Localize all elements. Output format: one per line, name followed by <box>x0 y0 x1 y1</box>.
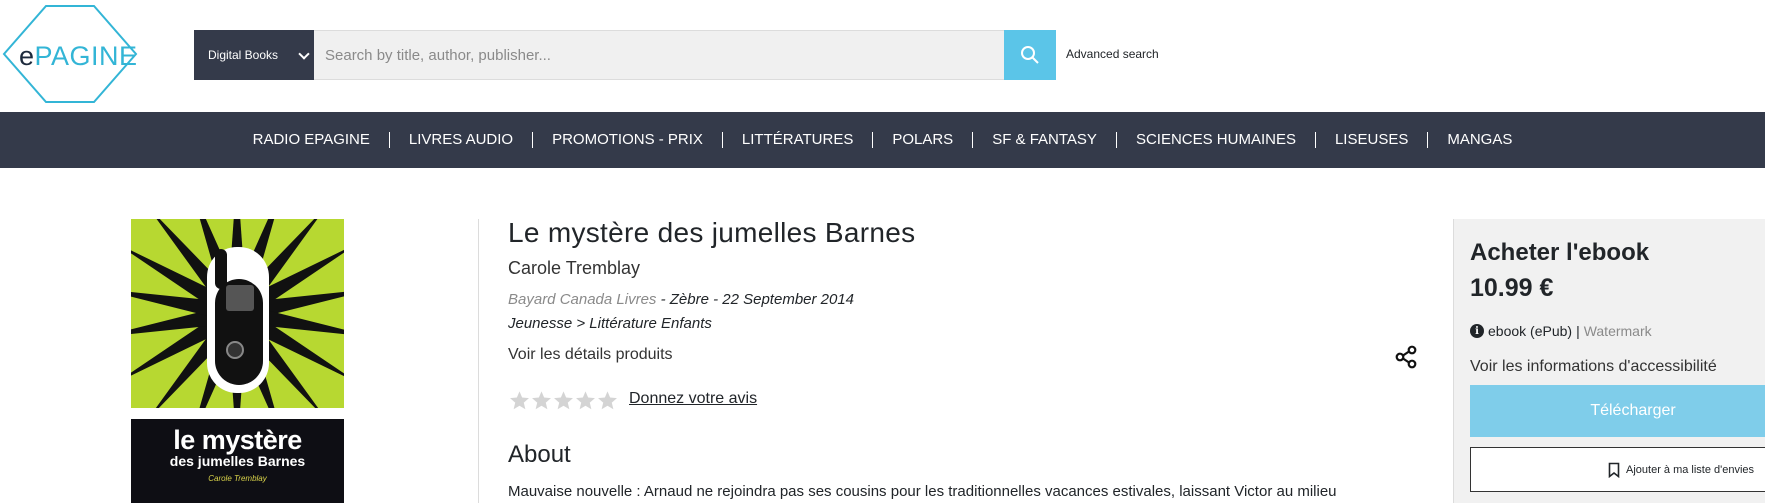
book-cover-image[interactable] <box>131 219 344 408</box>
main-nav: RADIO EPAGINE LIVRES AUDIO PROMOTIONS - … <box>0 112 1765 168</box>
give-review-link[interactable]: Donnez votre avis <box>629 390 757 408</box>
nav-item-sf-fantasy[interactable]: SF & FANTASY <box>973 132 1117 148</box>
category-select-value: Digital Books <box>208 48 279 62</box>
star-icon[interactable] <box>575 390 596 411</box>
about-text: Mauvaise nouvelle : Arnaud ne rejoindra … <box>508 483 1337 500</box>
wishlist-label: Ajouter à ma liste d'envies <box>1626 463 1755 476</box>
book-title: Le mystère des jumelles Barnes <box>508 217 916 248</box>
price: 10.99 € <box>1470 274 1554 302</box>
rating-stars[interactable] <box>509 390 618 411</box>
imprint-date: - Zèbre - 22 September 2014 <box>656 291 855 308</box>
protection-label: Watermark <box>1583 323 1652 339</box>
info-icon[interactable]: i <box>1470 324 1484 338</box>
search-bar: Digital Books Search by title, author, p… <box>194 30 1056 80</box>
format-info: i ebook (ePub) | Watermark <box>1470 323 1652 339</box>
share-icon[interactable] <box>1394 345 1418 369</box>
product-details-link[interactable]: Voir les détails produits <box>508 346 673 364</box>
format-separator: | <box>1576 323 1580 339</box>
about-heading: About <box>508 441 571 468</box>
book-cover-title-panel: le mystère des jumelles Barnes Carole Tr… <box>131 419 344 503</box>
column-divider <box>478 219 479 503</box>
category-select[interactable]: Digital Books <box>194 30 314 80</box>
star-icon[interactable] <box>531 390 552 411</box>
cover-author: Carole Tremblay <box>208 474 267 483</box>
star-icon[interactable] <box>509 390 530 411</box>
add-to-wishlist-button[interactable]: Ajouter à ma liste d'envies <box>1470 447 1765 492</box>
cover-spiral-art <box>131 219 344 408</box>
cover-subtitle: des jumelles Barnes <box>169 453 306 469</box>
format-label: ebook (ePub) <box>1488 323 1573 339</box>
buy-title: Acheter l'ebook <box>1470 239 1650 266</box>
site-header: ePAGINE Digital Books Search by title, a… <box>0 0 1765 112</box>
search-input[interactable]: Search by title, author, publisher... <box>314 30 1004 80</box>
cover-title: le mystère <box>173 425 302 455</box>
nav-item-liseuses[interactable]: LISEUSES <box>1316 132 1429 148</box>
star-icon[interactable] <box>597 390 618 411</box>
advanced-search-link[interactable]: Advanced search <box>1066 47 1159 61</box>
book-author-link[interactable]: Carole Tremblay <box>508 258 640 279</box>
nav-item-livres-audio[interactable]: LIVRES AUDIO <box>390 132 534 148</box>
nav-item-litteratures[interactable]: LITTÉRATURES <box>723 132 874 148</box>
accessibility-info-link[interactable]: Voir les informations d'accessibilité <box>1470 358 1717 376</box>
bookmark-icon <box>1608 462 1620 478</box>
nav-item-mangas[interactable]: MANGAS <box>1428 132 1531 148</box>
publisher-link[interactable]: Bayard Canada Livres <box>508 291 656 308</box>
nav-item-polars[interactable]: POLARS <box>873 132 974 148</box>
download-button[interactable]: Télécharger <box>1470 385 1765 437</box>
search-icon <box>1021 46 1039 64</box>
star-icon[interactable] <box>553 390 574 411</box>
search-placeholder: Search by title, author, publisher... <box>325 46 551 64</box>
publication-info: Bayard Canada Livres - Zèbre - 22 Septem… <box>508 291 854 308</box>
search-button[interactable] <box>1004 30 1056 80</box>
nav-item-radio-epagine[interactable]: RADIO EPAGINE <box>234 132 390 148</box>
epagine-logo[interactable]: ePAGINE <box>2 5 138 103</box>
buy-panel: Acheter l'ebook 10.99 € i ebook (ePub) |… <box>1453 219 1765 503</box>
chevron-down-icon <box>298 48 310 60</box>
logo-text: ePAGINE <box>19 41 138 71</box>
nav-item-sciences-humaines[interactable]: SCIENCES HUMAINES <box>1117 132 1316 148</box>
nav-item-promotions[interactable]: PROMOTIONS - PRIX <box>533 132 723 148</box>
category-breadcrumb[interactable]: Jeunesse > Littérature Enfants <box>508 315 712 332</box>
